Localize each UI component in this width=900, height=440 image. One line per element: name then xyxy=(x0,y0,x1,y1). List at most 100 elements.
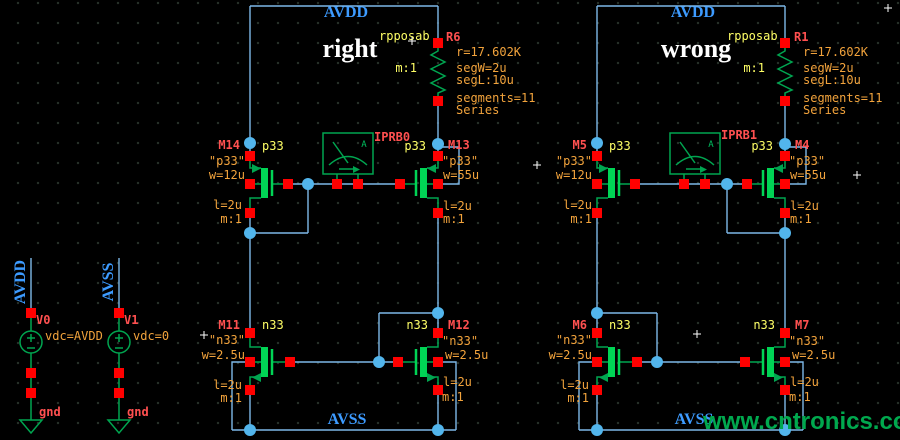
param-model[interactable]: "n33" xyxy=(789,334,825,348)
param-w[interactable]: w=2.5u xyxy=(202,348,245,362)
param-l[interactable]: l=2u xyxy=(213,378,242,392)
cell-name[interactable]: p33 xyxy=(751,139,773,153)
param-w[interactable]: w=2.5u xyxy=(792,348,835,362)
diode-feedback-net[interactable] xyxy=(250,184,308,333)
instance-ref[interactable]: M7 xyxy=(795,318,809,332)
ammeter-letter: A xyxy=(708,140,714,150)
net-label-avdd[interactable]: AVDD xyxy=(324,4,368,21)
schematic-svg: AVDD right rpposab R6 m:1 r=17.602K segW… xyxy=(0,0,900,440)
right-circuit: AVDD wrong rpposab R1 m:1 r=17.602K segW… xyxy=(549,4,883,436)
instance-ref[interactable]: M5 xyxy=(573,138,587,152)
gnd-label[interactable]: gnd xyxy=(127,405,149,419)
resistor-cell-name[interactable]: rpposab xyxy=(727,29,778,43)
param-model[interactable]: "n33" xyxy=(209,333,245,347)
junction-dot xyxy=(302,178,314,190)
param-m[interactable]: m:1 xyxy=(220,391,242,405)
instance-ref[interactable]: M14 xyxy=(218,138,240,152)
param-model[interactable]: "p33" xyxy=(209,154,245,168)
param-l[interactable]: l=2u xyxy=(563,198,592,212)
schematic-canvas: AVDD right rpposab R6 m:1 r=17.602K segW… xyxy=(0,0,900,440)
param-l[interactable]: l=2u xyxy=(443,375,472,389)
param-r[interactable]: r=17.602K xyxy=(456,45,522,59)
param-segl[interactable]: segL:10u xyxy=(456,73,514,87)
nmos-transistor[interactable] xyxy=(740,328,790,395)
instance-ref[interactable]: R1 xyxy=(794,30,808,44)
supply-sources: AVDD AVSS V0 vdc=AVDD gnd V1 vdc=0 gnd xyxy=(12,258,169,433)
param-m[interactable]: m:1 xyxy=(220,212,242,226)
param-m[interactable]: m:1 xyxy=(789,390,811,404)
param-vdc[interactable]: vdc=AVDD xyxy=(45,329,103,343)
resistor-mult[interactable]: m:1 xyxy=(395,61,417,75)
param-m[interactable]: m:1 xyxy=(443,212,465,226)
diode-feedback-net[interactable] xyxy=(727,184,785,333)
cell-name[interactable]: p33 xyxy=(609,139,631,153)
param-r[interactable]: r=17.602K xyxy=(803,45,869,59)
param-w[interactable]: w=55u xyxy=(443,168,479,182)
cell-name[interactable]: n33 xyxy=(406,318,428,332)
marker-crosses xyxy=(200,4,892,339)
param-segl[interactable]: segL:10u xyxy=(803,73,861,87)
net-label-avss[interactable]: AVSS xyxy=(328,411,367,428)
resistor-mult[interactable]: m:1 xyxy=(743,61,765,75)
param-model[interactable]: "n33" xyxy=(556,333,592,347)
ammeter-letter: A xyxy=(361,140,367,150)
instance-ref[interactable]: M11 xyxy=(218,318,240,332)
param-series[interactable]: Series xyxy=(456,103,499,117)
param-w[interactable]: w=2.5u xyxy=(549,348,592,362)
param-l[interactable]: l=2u xyxy=(790,199,819,213)
param-model[interactable]: "n33" xyxy=(442,334,478,348)
junction-dot xyxy=(432,138,444,150)
instance-ref[interactable]: M4 xyxy=(795,138,809,152)
param-w[interactable]: w=12u xyxy=(556,168,592,182)
param-vdc[interactable]: vdc=0 xyxy=(133,329,169,343)
nmos-transistor[interactable] xyxy=(592,328,642,395)
param-m[interactable]: m:1 xyxy=(570,212,592,226)
junction-dot xyxy=(244,227,256,239)
param-model[interactable]: "p33" xyxy=(789,154,825,168)
param-w[interactable]: w=2.5u xyxy=(445,348,488,362)
annotation-right[interactable]: right xyxy=(323,34,378,63)
param-l[interactable]: l=2u xyxy=(443,199,472,213)
junction-dot xyxy=(591,424,603,436)
param-model[interactable]: "p33" xyxy=(442,154,478,168)
resistor-cell-name[interactable]: rpposab xyxy=(379,29,430,43)
nmos-transistor[interactable] xyxy=(393,328,443,395)
resistor-symbol[interactable] xyxy=(778,38,792,106)
cell-name[interactable]: n33 xyxy=(753,318,775,332)
resistor-symbol[interactable] xyxy=(431,38,445,106)
cell-name[interactable]: n33 xyxy=(262,318,284,332)
param-m[interactable]: m:1 xyxy=(442,390,464,404)
param-l[interactable]: l=2u xyxy=(790,375,819,389)
gnd-label[interactable]: gnd xyxy=(39,405,61,419)
pmos-transistor[interactable] xyxy=(742,151,790,218)
nmos-transistor[interactable] xyxy=(245,328,295,395)
cell-name[interactable]: p33 xyxy=(262,139,284,153)
cell-name[interactable]: p33 xyxy=(404,139,426,153)
net-label-avss-vertical[interactable]: AVSS xyxy=(100,262,117,301)
param-series[interactable]: Series xyxy=(803,103,846,117)
param-model[interactable]: "p33" xyxy=(556,154,592,168)
pmos-transistor[interactable] xyxy=(245,151,293,218)
left-circuit: AVDD right rpposab R6 m:1 r=17.602K segW… xyxy=(202,4,536,436)
annotation-wrong[interactable]: wrong xyxy=(661,34,731,63)
instance-ref[interactable]: M12 xyxy=(448,318,470,332)
instance-ref[interactable]: M13 xyxy=(448,138,470,152)
cell-name[interactable]: n33 xyxy=(609,318,631,332)
param-l[interactable]: l=2u xyxy=(560,378,589,392)
pmos-transistor[interactable] xyxy=(592,151,640,218)
net-label-avdd[interactable]: AVDD xyxy=(671,4,715,21)
param-l[interactable]: l=2u xyxy=(213,198,242,212)
instance-ref[interactable]: V1 xyxy=(124,313,138,327)
param-w[interactable]: w=12u xyxy=(209,168,245,182)
param-m[interactable]: m:1 xyxy=(790,212,812,226)
net-label-avdd-vertical[interactable]: AVDD xyxy=(12,260,29,304)
junction-dot xyxy=(721,178,733,190)
watermark: www.cntronics.com xyxy=(702,408,900,435)
param-m[interactable]: m:1 xyxy=(567,391,589,405)
instance-ref[interactable]: M6 xyxy=(573,318,587,332)
param-w[interactable]: w=55u xyxy=(790,168,826,182)
pmos-transistor[interactable] xyxy=(395,151,443,218)
instance-ref[interactable]: V0 xyxy=(36,313,50,327)
junction-dot xyxy=(373,356,385,368)
instance-ref[interactable]: R6 xyxy=(446,30,460,44)
